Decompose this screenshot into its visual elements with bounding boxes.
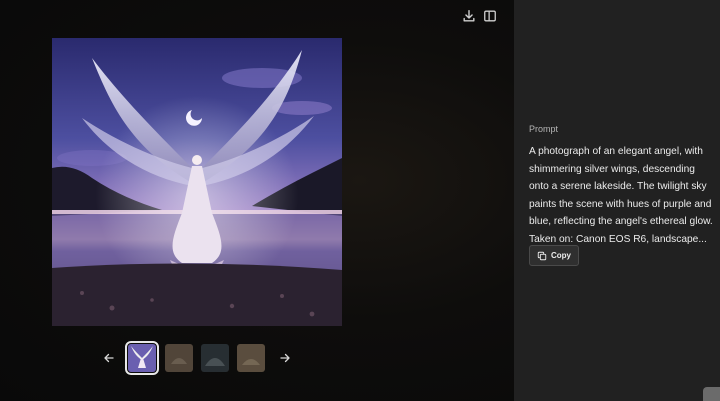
thumbnail-1[interactable] — [125, 341, 159, 375]
prompt-sidebar: Prompt A photograph of an elegant angel,… — [514, 0, 720, 401]
copy-button[interactable]: Copy — [529, 245, 579, 266]
prompt-label: Prompt — [529, 124, 559, 134]
thumbnail-3[interactable] — [201, 344, 229, 372]
copy-label: Copy — [551, 251, 571, 260]
sidebar-toggle-icon[interactable] — [481, 7, 499, 25]
main-image — [52, 38, 342, 326]
prompt-text: A photograph of an elegant angel, with s… — [529, 146, 713, 245]
thumbnail-2[interactable] — [165, 344, 193, 372]
thumbnail-4[interactable] — [237, 344, 265, 372]
arrow-right-icon[interactable] — [277, 350, 293, 366]
copy-icon — [537, 251, 547, 260]
image-viewer — [0, 0, 514, 401]
corner-handle — [703, 387, 720, 401]
arrow-left-icon[interactable] — [101, 350, 117, 366]
download-icon[interactable] — [460, 7, 478, 25]
